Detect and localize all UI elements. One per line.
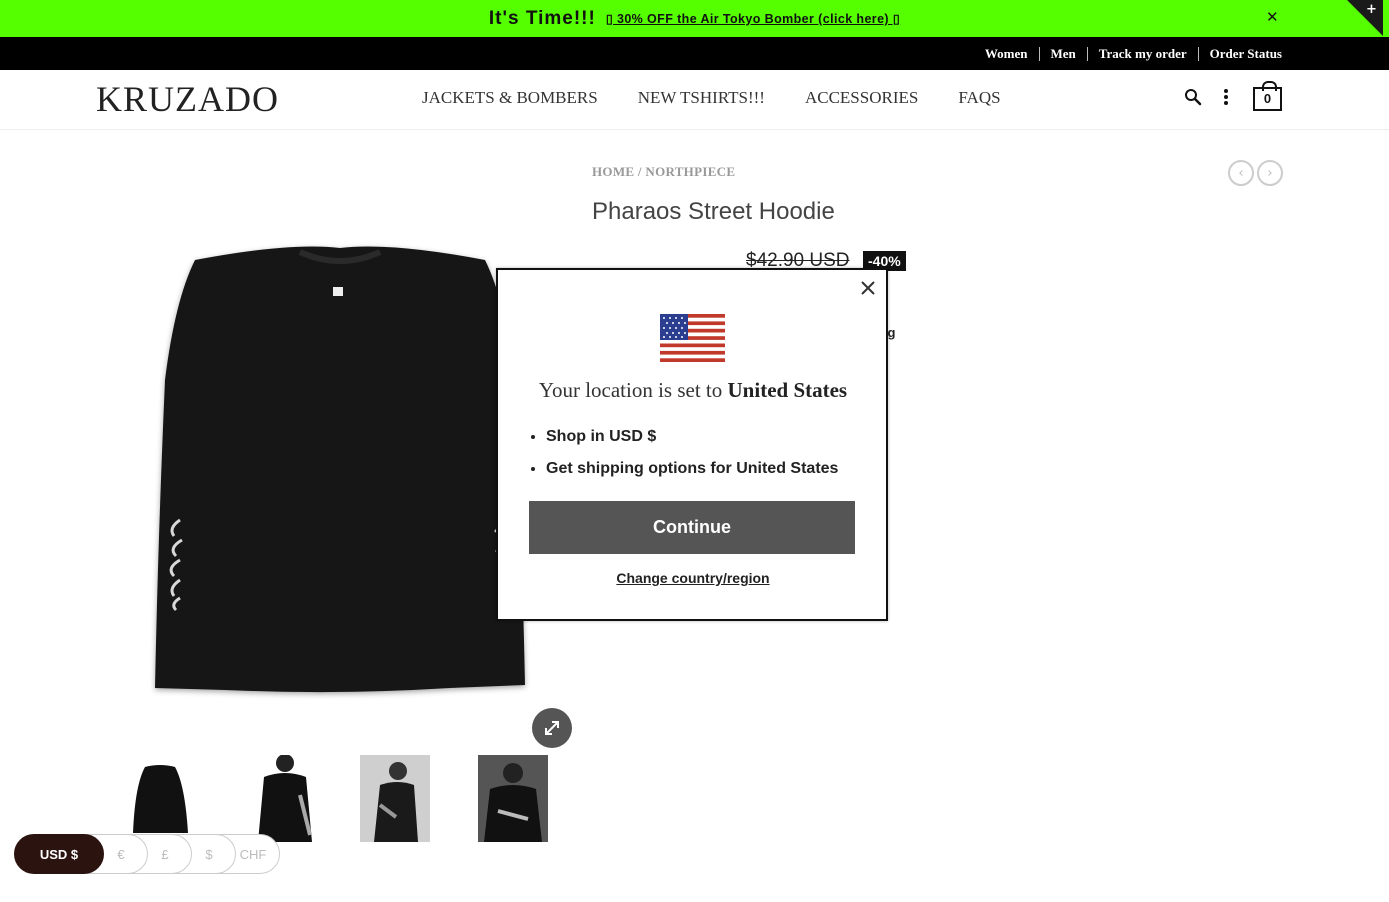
currency-switcher: USD $ € £ $ CHF — [14, 834, 280, 874]
nav-item-tshirts[interactable]: NEW TSHIRTS!!! — [618, 88, 785, 108]
nav-item-accessories[interactable]: ACCESSORIES — [785, 88, 938, 108]
zoom-button[interactable] — [532, 708, 572, 748]
product-title: Pharaos Street Hoodie — [592, 198, 835, 225]
search-icon[interactable] — [1183, 87, 1203, 107]
continue-button[interactable]: Continue — [529, 501, 855, 554]
announcement-headline: It's Time!!! — [488, 7, 596, 29]
site-header: KRUZADO JACKETS & BOMBERS NEW TSHIRTS!!!… — [0, 70, 1389, 130]
modal-title-prefix: Your location is set to — [538, 378, 728, 402]
topbar-link-order-status[interactable]: Order Status — [1197, 46, 1282, 61]
modal-title-country: United States — [727, 378, 848, 402]
location-modal: Your location is set to United States Sh… — [496, 268, 888, 621]
product-main-image[interactable] — [150, 240, 530, 700]
next-product-icon[interactable]: › — [1257, 160, 1283, 186]
breadcrumb[interactable]: HOME / NORTHPIECE — [592, 164, 735, 180]
expand-icon — [545, 721, 559, 735]
plus-icon[interactable]: + — [1366, 2, 1377, 17]
more-menu-icon[interactable] — [1218, 87, 1234, 107]
product-thumbnail[interactable] — [478, 755, 548, 842]
topbar-link-men[interactable]: Men — [1038, 46, 1087, 61]
topbar-link-women[interactable]: Women — [974, 46, 1039, 61]
modal-bullets: Shop in USD $ Get shipping options for U… — [546, 428, 838, 492]
main-nav: JACKETS & BOMBERS NEW TSHIRTS!!! ACCESSO… — [402, 88, 1021, 108]
nav-item-faqs[interactable]: FAQS — [938, 88, 1020, 108]
corner-toggle[interactable] — [1347, 0, 1383, 36]
nav-item-jackets[interactable]: JACKETS & BOMBERS — [402, 88, 618, 108]
us-flag-icon — [660, 314, 725, 362]
modal-bullet-shipping: Get shipping options for United States — [546, 460, 838, 478]
announcement-promo-link[interactable]: ▯ 30% OFF the Air Tokyo Bomber (click he… — [606, 11, 900, 26]
site-logo[interactable]: KRUZADO — [96, 78, 279, 120]
change-country-link[interactable]: Change country/region — [498, 570, 888, 586]
product-thumbnail[interactable] — [125, 755, 195, 842]
modal-bullet-currency: Shop in USD $ — [546, 428, 838, 446]
currency-option-usd[interactable]: USD $ — [14, 834, 104, 874]
announcement-close-icon[interactable]: ✕ — [1266, 8, 1279, 26]
prev-product-icon[interactable]: ‹ — [1228, 160, 1254, 186]
cart-button[interactable]: 0 — [1253, 81, 1282, 111]
topbar-link-track-order[interactable]: Track my order — [1086, 46, 1198, 61]
product-thumbnail[interactable] — [250, 755, 320, 842]
product-thumbnail[interactable] — [360, 755, 430, 842]
announcement-bar: It's Time!!! ▯ 30% OFF the Air Tokyo Bom… — [0, 0, 1389, 37]
close-icon[interactable] — [859, 279, 877, 297]
modal-title: Your location is set to United States — [498, 378, 888, 403]
top-utility-bar: Women Men Track my order Order Status — [0, 37, 1389, 70]
